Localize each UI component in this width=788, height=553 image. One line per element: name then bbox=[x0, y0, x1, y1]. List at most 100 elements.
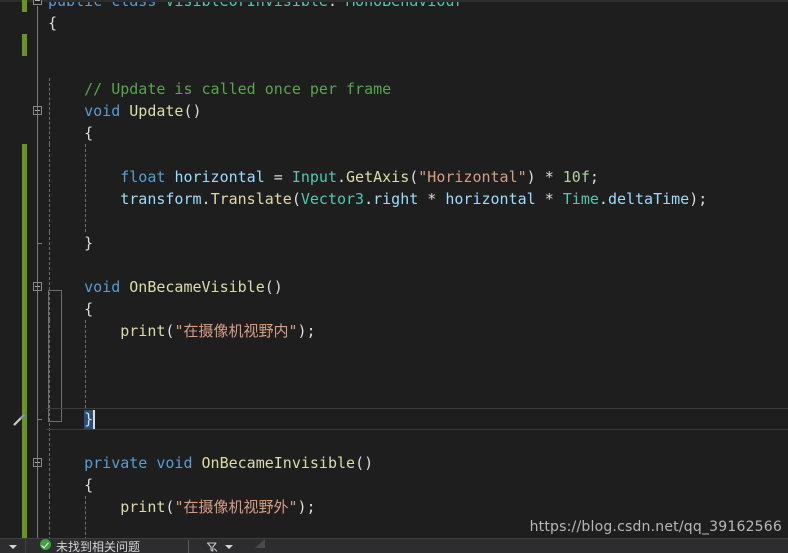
code-token: void bbox=[84, 102, 121, 120]
line-number: 5 bbox=[0, 430, 20, 452]
code-line[interactable]: transform.Translate(Vector3.right * hori… bbox=[48, 188, 707, 210]
code-line[interactable]: { bbox=[48, 12, 57, 34]
code-token: Time bbox=[562, 190, 599, 208]
line-number: 9 bbox=[0, 298, 20, 320]
line-number: 8 bbox=[0, 496, 20, 518]
code-token: print bbox=[120, 498, 166, 516]
code-line[interactable]: private void OnBecameInvisible() bbox=[48, 452, 373, 474]
code-line[interactable]: void Update() bbox=[48, 100, 202, 122]
funnel-icon[interactable] bbox=[205, 539, 219, 553]
code-line[interactable]: print("在摄像机视野外"); bbox=[48, 496, 315, 518]
line-number: 1 bbox=[0, 122, 20, 144]
code-line[interactable]: { bbox=[48, 298, 93, 320]
code-token: ); bbox=[297, 322, 316, 340]
indent-guide bbox=[85, 144, 86, 232]
code-line[interactable]: print("在摄像机视野内"); bbox=[48, 320, 316, 342]
error-list-bar: 未找到相关问题 bbox=[0, 538, 788, 553]
code-token: private bbox=[84, 454, 148, 472]
line-number: 2 bbox=[0, 364, 20, 386]
watermark-url: https://blog.csdn.net/qq_39162566 bbox=[529, 519, 782, 535]
line-number: 3 bbox=[0, 166, 20, 188]
fold-scope-line bbox=[37, 116, 42, 244]
fold-toggle-icon[interactable] bbox=[33, 0, 42, 5]
code-token: ( bbox=[291, 190, 301, 208]
code-token: GetAxis bbox=[346, 168, 410, 186]
indent-guide bbox=[49, 78, 50, 144]
line-number-gutter: 5678901234567890123456789012 bbox=[0, 2, 20, 538]
panel-resize-grip[interactable] bbox=[255, 539, 266, 548]
line-number: 7 bbox=[0, 34, 20, 56]
code-token: Input bbox=[291, 168, 337, 186]
line-number: 8 bbox=[0, 56, 20, 78]
code-token: public bbox=[48, 2, 102, 10]
filter-dropdown-button[interactable] bbox=[225, 539, 234, 553]
code-token: . bbox=[364, 190, 374, 208]
code-token: } bbox=[48, 410, 94, 428]
code-token: * bbox=[418, 190, 446, 208]
code-token: horizontal bbox=[445, 190, 536, 208]
code-token: OnBecameVisible bbox=[129, 278, 265, 296]
code-surface[interactable]: 5678901234567890123456789012 public clas… bbox=[0, 0, 788, 553]
code-text-area[interactable]: public class VisibleOrInvisible: MonoBeh… bbox=[48, 2, 788, 538]
outlining-gutter[interactable] bbox=[30, 0, 62, 553]
code-token: : bbox=[328, 2, 346, 10]
code-token: { bbox=[48, 476, 94, 494]
line-number: 7 bbox=[0, 474, 20, 496]
screwdriver-icon[interactable] bbox=[12, 412, 26, 426]
code-token: float bbox=[120, 168, 166, 186]
line-number: 8 bbox=[0, 276, 20, 298]
line-number: 5 bbox=[0, 210, 20, 232]
error-list-status-text: 未找到相关问题 bbox=[56, 540, 141, 553]
code-token: Update bbox=[129, 102, 184, 120]
code-line[interactable]: } bbox=[48, 232, 93, 254]
code-token: Translate bbox=[210, 190, 292, 208]
code-token: OnBecameInvisible bbox=[201, 454, 356, 472]
line-number: 7 bbox=[0, 254, 20, 276]
code-token: () bbox=[355, 454, 374, 472]
code-token: VisibleOrInvisible bbox=[165, 2, 328, 10]
code-token: transform bbox=[120, 190, 202, 208]
indent-guide bbox=[49, 496, 50, 538]
line-number: 9 bbox=[0, 518, 20, 538]
indent-guide bbox=[85, 320, 86, 408]
code-token: horizontal bbox=[174, 168, 265, 186]
indent-guide bbox=[49, 320, 50, 408]
code-line[interactable]: float horizontal = Input.GetAxis("Horizo… bbox=[48, 166, 599, 188]
code-token: . bbox=[598, 190, 608, 208]
line-number: 5 bbox=[0, 2, 20, 12]
code-token: { bbox=[48, 300, 94, 318]
code-token: "Horizontal" bbox=[418, 168, 527, 186]
code-line[interactable]: { bbox=[48, 122, 93, 144]
code-token: deltaTime bbox=[607, 190, 690, 208]
code-token: Vector3 bbox=[300, 190, 365, 208]
code-token: void bbox=[156, 454, 193, 472]
code-line[interactable]: } bbox=[48, 408, 93, 430]
line-number: 0 bbox=[0, 100, 20, 122]
code-line[interactable]: { bbox=[48, 474, 93, 496]
code-token: void bbox=[84, 278, 121, 296]
text-caret bbox=[93, 410, 95, 429]
indent-guide bbox=[49, 232, 50, 320]
code-token: . bbox=[337, 168, 347, 186]
check-circle-icon bbox=[40, 539, 51, 550]
line-number: 6 bbox=[0, 12, 20, 34]
indent-guide bbox=[49, 408, 50, 496]
code-line[interactable]: // Update is called once per frame bbox=[48, 78, 391, 100]
code-line[interactable]: public class VisibleOrInvisible: MonoBeh… bbox=[48, 2, 463, 12]
line-number: 3 bbox=[0, 386, 20, 408]
line-number: 6 bbox=[0, 452, 20, 474]
code-token: * bbox=[544, 168, 563, 186]
code-line[interactable]: void OnBecameVisible() bbox=[48, 276, 283, 298]
code-token: { bbox=[48, 124, 94, 142]
code-token: * bbox=[535, 190, 563, 208]
line-number: 2 bbox=[0, 144, 20, 166]
code-token: () bbox=[183, 102, 202, 120]
change-bar bbox=[22, 144, 27, 553]
code-token: class bbox=[111, 2, 156, 10]
error-list-scope-dropdown[interactable] bbox=[0, 539, 26, 553]
code-editor-window: 5678901234567890123456789012 public clas… bbox=[0, 0, 788, 553]
toolbar-separator bbox=[188, 540, 190, 553]
code-token: right bbox=[373, 190, 419, 208]
change-bar bbox=[22, 34, 27, 56]
